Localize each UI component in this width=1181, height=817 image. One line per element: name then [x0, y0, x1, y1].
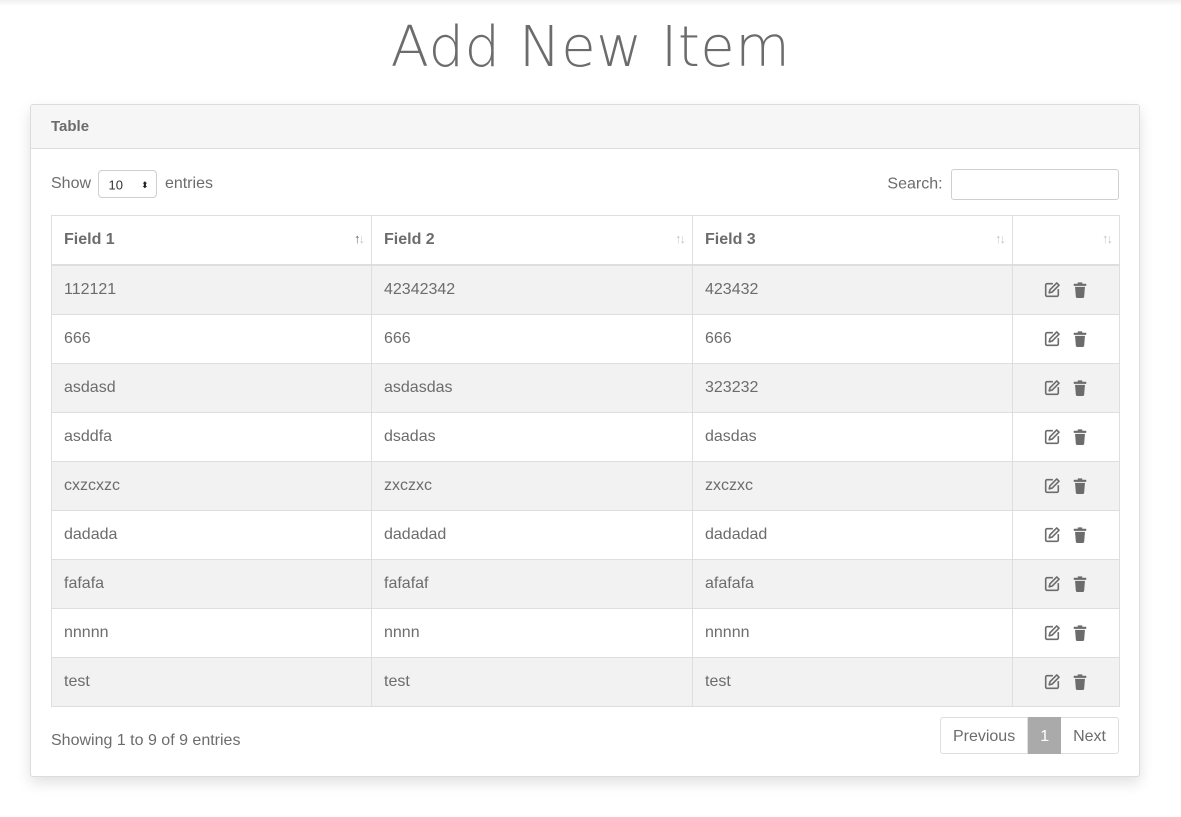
sort-icon: ↑↓	[675, 231, 686, 246]
trash-icon[interactable]	[1071, 477, 1089, 495]
table-row: 666 666 666	[51, 314, 1120, 364]
table-cell-field-2: dadadad	[371, 510, 693, 560]
table-cell-field-3: dasdas	[692, 412, 1013, 462]
table-info: Showing 1 to 9 of 9 entries	[51, 732, 241, 749]
edit-icon[interactable]	[1043, 379, 1061, 397]
row-actions	[1012, 510, 1120, 560]
column-header-actions[interactable]: ↑↓	[1012, 215, 1120, 266]
trash-icon[interactable]	[1071, 526, 1089, 544]
trash-icon[interactable]	[1071, 575, 1089, 593]
table-cell-field-1: cxzcxzc	[51, 461, 372, 511]
trash-icon[interactable]	[1071, 428, 1089, 446]
table-row: asddfa dsadas dasdas	[51, 412, 1120, 462]
card-header: Table	[31, 105, 1139, 149]
column-header-field-3[interactable]: Field 3 ↑↓	[692, 215, 1013, 266]
entries-label: entries	[164, 175, 213, 192]
table-row: test test test	[51, 657, 1120, 707]
row-actions	[1012, 657, 1120, 707]
column-header-label: Field 1	[64, 231, 115, 248]
table-cell-field-1: dadada	[51, 510, 372, 560]
pagination: Previous 1 Next	[939, 717, 1119, 754]
table-cell-field-3: dadadad	[692, 510, 1013, 560]
show-label: Show	[51, 175, 92, 192]
table-cell-field-3: 423432	[692, 264, 1013, 315]
column-header-label: Field 2	[384, 231, 435, 248]
table-cell-field-2: test	[371, 657, 693, 707]
table-header-row: Field 1 ↑↓ Field 2 ↑↓ Field 3 ↑↓ ↑↓	[51, 215, 1120, 266]
trash-icon[interactable]	[1071, 281, 1089, 299]
page-1-button[interactable]: 1	[1028, 717, 1062, 754]
sort-icon: ↑↓	[995, 231, 1006, 246]
row-actions	[1012, 608, 1120, 658]
select-arrows-icon: ⬍	[140, 180, 149, 190]
edit-icon[interactable]	[1043, 477, 1061, 495]
table-row: 112121 42342342 423432	[51, 264, 1120, 315]
table-cell-field-3: afafafa	[692, 559, 1013, 609]
table-cell-field-2: zxczxc	[371, 461, 693, 511]
table-cell-field-3: test	[692, 657, 1013, 707]
table-cell-field-2: asdasdas	[371, 363, 693, 413]
table-cell-field-1: test	[51, 657, 372, 707]
table-cell-field-2: dsadas	[371, 412, 693, 462]
table-cell-field-2: 42342342	[371, 264, 693, 315]
table-cell-field-1: 112121	[51, 264, 372, 315]
top-shadow	[0, 0, 1181, 6]
table-card: Table Show 10 ⬍ entries Search: Field 1 …	[30, 104, 1140, 777]
edit-icon[interactable]	[1043, 673, 1061, 691]
table-cell-field-2: 666	[371, 314, 693, 364]
row-actions	[1012, 412, 1120, 462]
trash-icon[interactable]	[1071, 624, 1089, 642]
search-input[interactable]	[951, 169, 1119, 200]
row-actions	[1012, 559, 1120, 609]
edit-icon[interactable]	[1043, 428, 1061, 446]
row-actions	[1012, 363, 1120, 413]
table-cell-field-2: fafafaf	[371, 559, 693, 609]
trash-icon[interactable]	[1071, 330, 1089, 348]
table-body: 112121 42342342 423432 666 666 666 asdasd asdas…	[51, 264, 1120, 707]
column-header-field-1[interactable]: Field 1 ↑↓	[51, 215, 372, 266]
table-row: fafafa fafafaf afafafa	[51, 559, 1120, 609]
table-row: asdasd asdasdas 323232	[51, 363, 1120, 413]
search-label: Search:	[887, 175, 943, 193]
entries-length-control: Show 10 ⬍ entries	[51, 169, 213, 199]
page-title: Add New Item	[390, 15, 791, 80]
table-cell-field-1: 666	[51, 314, 372, 364]
table-cell-field-3: 323232	[692, 363, 1013, 413]
edit-icon[interactable]	[1043, 624, 1061, 642]
row-actions	[1012, 314, 1120, 364]
row-actions	[1012, 461, 1120, 511]
table-cell-field-3: 666	[692, 314, 1013, 364]
data-table: Field 1 ↑↓ Field 2 ↑↓ Field 3 ↑↓ ↑↓ 1121…	[51, 215, 1120, 707]
entries-select-value: 10	[108, 177, 123, 193]
previous-page-button[interactable]: Previous	[939, 717, 1029, 754]
table-cell-field-3: nnnnn	[692, 608, 1013, 658]
table-cell-field-1: asddfa	[51, 412, 372, 462]
table-row: cxzcxzc zxczxc zxczxc	[51, 461, 1120, 511]
table-row: dadada dadadad dadadad	[51, 510, 1120, 560]
next-page-button[interactable]: Next	[1061, 717, 1119, 754]
table-cell-field-1: asdasd	[51, 363, 372, 413]
sort-icon: ↑↓	[1102, 231, 1113, 246]
search-control: Search:	[887, 169, 1119, 200]
table-controls: Show 10 ⬍ entries Search:	[51, 169, 1119, 201]
edit-icon[interactable]	[1043, 575, 1061, 593]
table-cell-field-2: nnnn	[371, 608, 693, 658]
table-row: nnnnn nnnn nnnnn	[51, 608, 1120, 658]
edit-icon[interactable]	[1043, 526, 1061, 544]
edit-icon[interactable]	[1043, 330, 1061, 348]
table-cell-field-3: zxczxc	[692, 461, 1013, 511]
sort-ascending-icon: ↑↓	[354, 231, 365, 246]
edit-icon[interactable]	[1043, 281, 1061, 299]
row-actions	[1012, 264, 1120, 315]
table-cell-field-1: nnnnn	[51, 608, 372, 658]
column-header-label: Field 3	[705, 231, 756, 248]
trash-icon[interactable]	[1071, 673, 1089, 691]
entries-select[interactable]: 10 ⬍	[98, 170, 158, 198]
column-header-field-2[interactable]: Field 2 ↑↓	[371, 215, 693, 266]
trash-icon[interactable]	[1071, 379, 1089, 397]
table-cell-field-1: fafafa	[51, 559, 372, 609]
